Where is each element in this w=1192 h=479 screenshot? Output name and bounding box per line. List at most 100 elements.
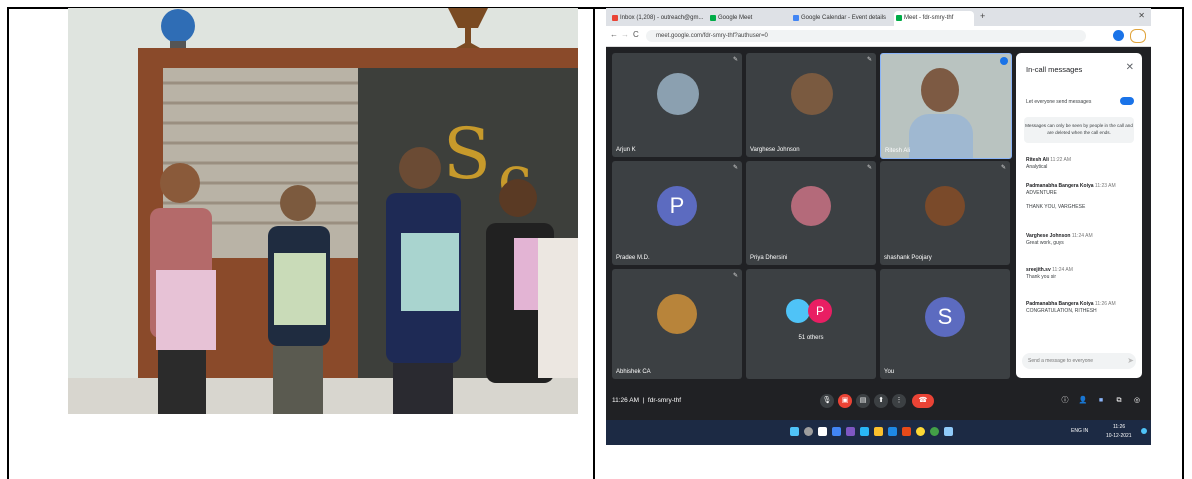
office-icon[interactable] — [902, 427, 911, 436]
back-icon[interactable]: ← — [610, 30, 618, 39]
table-border-right — [1182, 7, 1184, 479]
forward-icon[interactable]: → — [621, 30, 629, 39]
avatar-letter: P — [657, 186, 697, 226]
participant-name: Priya Dhersini — [750, 255, 788, 261]
search-icon[interactable] — [804, 427, 813, 436]
participant-tile-self: S You — [880, 269, 1010, 379]
clock[interactable]: 11:26 — [1113, 424, 1125, 430]
close-icon[interactable]: ✕ — [1126, 62, 1134, 73]
notification-icon[interactable] — [1141, 428, 1147, 434]
book-release-photo: S c — [68, 8, 578, 414]
camera-button[interactable]: ▣ — [838, 394, 852, 408]
tab-inbox[interactable]: Inbox (1,208) - outreach@gm... — [610, 11, 705, 26]
language-indicator[interactable]: ENG IN — [1071, 428, 1088, 434]
message-text: Great work, guys — [1026, 240, 1064, 246]
mic-off-icon: ✎ — [1000, 165, 1006, 171]
tab-google-meet[interactable]: Google Meet — [708, 11, 788, 26]
sender-name: Ritesh Ali — [1026, 157, 1049, 163]
meet-controls-bar: 11:26 AM | fdr-smry-thf 🎙 ▣ ▤ ⬆ ⋮ ☎ ⓘ 👤 … — [606, 386, 1151, 420]
store-icon[interactable] — [888, 427, 897, 436]
edge-icon[interactable] — [860, 427, 869, 436]
message-time: 11:22 AM — [1050, 157, 1072, 163]
table-border-left — [7, 7, 9, 479]
mic-off-icon: ✎ — [866, 57, 872, 63]
participant-tile-others[interactable]: P 51 others — [746, 269, 876, 379]
participant-tile: ✎ Priya Dhersini — [746, 161, 876, 265]
chat-message: Ritesh Ali 11:22 AM Analytical — [1026, 157, 1136, 171]
chat-message: sreejith.sv 11:24 AM Thank you sir — [1026, 267, 1136, 281]
close-window-icon[interactable]: ✕ — [1138, 11, 1145, 20]
activities-icon[interactable]: ⧉ — [1112, 394, 1126, 408]
send-icon[interactable]: ➤ — [1127, 356, 1134, 365]
menu-icon[interactable] — [1130, 29, 1146, 43]
address-bar-row: ← → C meet.google.com/fdr-smry-thf?authu… — [606, 26, 1151, 47]
message-text: ADVENTURE — [1026, 190, 1057, 196]
avatar — [657, 294, 697, 334]
captions-button[interactable]: ▤ — [856, 394, 870, 408]
table-border-middle — [593, 7, 595, 479]
avatar — [657, 73, 699, 115]
tab-meet-active[interactable]: Meet - fdr-smry-thf — [894, 11, 974, 26]
notice-text: Messages can only be seen by people in t… — [1024, 117, 1134, 143]
meet-icon — [896, 15, 902, 21]
message-time: 11:26 AM — [1094, 301, 1116, 307]
lock-icon[interactable]: ◎ — [1130, 394, 1144, 408]
tab-label: Google Calendar - Event details — [801, 15, 887, 21]
mic-off-icon: ✎ — [732, 273, 738, 279]
photo-scene: S c — [68, 8, 578, 414]
mic-button[interactable]: 🎙 — [820, 394, 834, 408]
sender-name: sreejith.sv — [1026, 267, 1051, 273]
reload-icon[interactable]: C — [633, 30, 639, 39]
participant-name: Abhishek CA — [616, 369, 651, 375]
chat-app-icon[interactable] — [846, 427, 855, 436]
mic-off-icon: ✎ — [732, 165, 738, 171]
chat-message: Varghese Johnson 11:24 AM Great work, guy… — [1026, 233, 1136, 247]
taskview-icon[interactable] — [818, 427, 827, 436]
sender-name: Varghese Johnson — [1026, 233, 1071, 239]
participant-tile: ✎ Arjun K — [612, 53, 742, 157]
message-text: Thank you sir — [1026, 274, 1057, 280]
avatar — [925, 186, 965, 226]
end-call-button[interactable]: ☎ — [912, 394, 934, 408]
tab-label: Google Meet — [718, 15, 753, 21]
participant-tile: ✎ Varghese Johnson — [746, 53, 876, 157]
more-options-button[interactable]: ⋮ — [892, 394, 906, 408]
chat-icon[interactable]: ■ — [1094, 394, 1108, 408]
new-tab-button[interactable]: + — [980, 11, 985, 21]
widgets-icon[interactable] — [832, 427, 841, 436]
message-time: 11:24 AM — [1071, 233, 1093, 239]
tab-calendar[interactable]: Google Calendar - Event details — [791, 11, 891, 26]
date[interactable]: 10-12-2021 — [1106, 433, 1132, 439]
chrome-icon[interactable] — [916, 427, 925, 436]
info-icon[interactable]: ⓘ — [1058, 394, 1072, 408]
participant-tile-video: Ritesh Ali — [880, 53, 1012, 159]
others-count: 51 others — [798, 335, 824, 341]
message-text: Analytical — [1026, 164, 1048, 170]
participant-tile: ✎ P Pradee M.D. — [612, 161, 742, 265]
people-icon[interactable]: 👤 — [1076, 394, 1090, 408]
present-button[interactable]: ⬆ — [874, 394, 888, 408]
profile-avatar[interactable] — [1113, 30, 1124, 41]
participant-name: You — [884, 369, 895, 375]
participant-name: Pradee M.D. — [616, 255, 650, 261]
avatar — [791, 73, 833, 115]
panel-title: In-call messages — [1026, 65, 1083, 74]
chat-input[interactable]: Send a message to everyone — [1022, 353, 1136, 369]
explorer-icon[interactable] — [874, 427, 883, 436]
url-field[interactable]: meet.google.com/fdr-smry-thf?authuser=0 — [646, 30, 1086, 42]
chrome-icon[interactable] — [930, 427, 939, 436]
video-person — [921, 68, 959, 112]
active-speaker-icon — [1000, 57, 1008, 65]
photos-icon[interactable] — [944, 427, 953, 436]
message-time: 11:23 AM — [1094, 183, 1116, 189]
send-toggle[interactable] — [1120, 97, 1134, 105]
avatar-letter: P — [808, 299, 832, 323]
meeting-time-code: 11:26 AM | fdr-smry-thf — [612, 397, 682, 404]
toggle-label: Let everyone send messages — [1026, 99, 1092, 105]
participant-tile: ✎ Abhishek CA — [612, 269, 742, 379]
avatar — [786, 299, 810, 323]
message-text: THANK YOU, VARGHESE — [1026, 204, 1086, 210]
calendar-icon — [793, 15, 799, 21]
chat-message: Padmanabha Bangera Koiya 11:23 AM ADVENTU… — [1026, 183, 1136, 211]
start-icon[interactable] — [790, 427, 799, 436]
